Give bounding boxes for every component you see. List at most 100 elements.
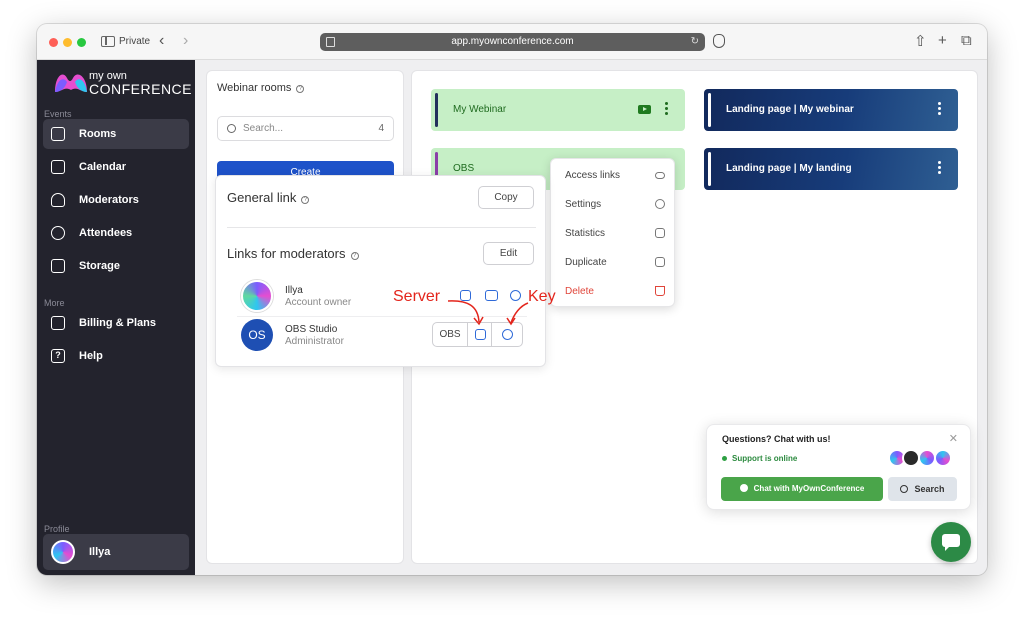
- zoom-window-button[interactable]: [77, 38, 86, 47]
- sidebar-item-label: Calendar: [79, 161, 127, 173]
- cast-icon: [51, 127, 65, 141]
- more-options-icon[interactable]: [938, 161, 942, 175]
- sidebar-item-attendees[interactable]: Attendees: [43, 218, 189, 248]
- moderator-role: Administrator: [285, 336, 344, 347]
- close-icon[interactable]: ✕: [949, 432, 958, 445]
- youtube-icon: [638, 105, 651, 114]
- annotation-arrows: [447, 300, 529, 326]
- sidebar-item-label: Help: [79, 350, 103, 362]
- shield-icon[interactable]: [713, 34, 725, 48]
- more-options-icon[interactable]: [938, 102, 942, 116]
- menu-item-statistics[interactable]: Statistics: [565, 228, 665, 239]
- sidebar-toggle-icon[interactable]: [101, 36, 115, 47]
- gear-icon: [655, 199, 665, 209]
- menu-item-label: Delete: [565, 286, 594, 297]
- avatar: [51, 540, 75, 564]
- close-window-button[interactable]: [49, 38, 58, 47]
- room-card-landing-landing[interactable]: Landing page | My landing: [704, 148, 958, 190]
- general-link-title: General link?: [227, 190, 310, 205]
- events-section-label: Events: [44, 109, 72, 119]
- page-icon: [326, 37, 335, 47]
- menu-item-settings[interactable]: Settings: [565, 199, 665, 210]
- menu-item-label: Duplicate: [565, 257, 607, 268]
- sidebar-item-storage[interactable]: Storage: [43, 251, 189, 281]
- room-accent-bar: [708, 152, 711, 186]
- private-label: Private: [119, 36, 151, 47]
- info-icon[interactable]: ?: [350, 252, 359, 260]
- forward-icon[interactable]: ›: [183, 32, 188, 50]
- room-name: My Webinar: [453, 104, 507, 115]
- copy-icon: [655, 257, 665, 267]
- url-text: app.myownconference.com: [451, 36, 574, 47]
- back-icon[interactable]: ‹: [159, 32, 164, 50]
- room-card-my-webinar[interactable]: My Webinar: [431, 89, 685, 131]
- sidebar-item-label: Billing & Plans: [79, 317, 157, 329]
- profile-name: Illya: [89, 546, 111, 558]
- online-status-icon: [722, 456, 727, 461]
- calendar-icon: [51, 160, 65, 174]
- chat-launcher-icon[interactable]: [931, 522, 971, 562]
- brand-name: my own CONFERENCE: [89, 70, 192, 96]
- sidebar-item-help[interactable]: ? Help: [43, 341, 189, 371]
- chart-icon: [655, 228, 665, 238]
- sidebar-item-billing[interactable]: Billing & Plans: [43, 308, 189, 338]
- moderator-name: OBS Studio: [285, 324, 338, 335]
- room-context-menu: Access links Settings Statistics Duplica…: [550, 158, 675, 307]
- menu-item-delete[interactable]: Delete: [565, 286, 665, 297]
- rooms-count: 4: [378, 123, 384, 134]
- room-search-input[interactable]: Search... 4: [217, 116, 394, 141]
- search-icon: [227, 124, 236, 133]
- menu-item-duplicate[interactable]: Duplicate: [565, 257, 665, 268]
- menu-item-access-links[interactable]: Access links: [565, 170, 665, 181]
- room-accent-bar: [708, 93, 711, 127]
- menu-item-label: Access links: [565, 170, 621, 181]
- avatar: OS: [241, 319, 273, 351]
- sidebar-item-rooms[interactable]: Rooms: [43, 119, 189, 149]
- minimize-window-button[interactable]: [63, 38, 72, 47]
- sidebar-item-moderators[interactable]: Moderators: [43, 185, 189, 215]
- room-card-landing-webinar[interactable]: Landing page | My webinar: [704, 89, 958, 131]
- edit-moderators-button[interactable]: Edit: [483, 242, 534, 265]
- help-icon: ?: [51, 349, 65, 363]
- brand-line2: CONFERENCE: [89, 81, 193, 97]
- moderator-name: Illya: [285, 285, 303, 296]
- trash-icon: [655, 286, 665, 296]
- support-chat-popup: Questions? Chat with us! ✕ Support is on…: [706, 424, 971, 510]
- moderator-role: Account owner: [285, 297, 352, 308]
- rooms-panel-title: Webinar rooms?: [217, 82, 305, 94]
- sidebar-item-label: Storage: [79, 260, 120, 272]
- chat-title: Questions? Chat with us!: [722, 434, 831, 444]
- annotation-server: Server: [393, 288, 441, 305]
- room-name: Landing page | My landing: [726, 163, 852, 174]
- reload-icon[interactable]: ↻: [691, 33, 699, 51]
- avatar: [934, 449, 952, 467]
- room-name: Landing page | My webinar: [726, 104, 854, 115]
- general-link-title-text: General link: [227, 190, 297, 205]
- menu-item-label: Settings: [565, 199, 602, 210]
- search-icon: [900, 485, 909, 493]
- chat-search-label: Search: [914, 484, 945, 494]
- rooms-panel-title-text: Webinar rooms: [217, 82, 292, 94]
- chat-search-button[interactable]: Search: [888, 477, 957, 501]
- room-name: OBS: [453, 163, 475, 174]
- app-sidebar: my own CONFERENCE Events Rooms Calendar …: [37, 60, 195, 575]
- info-icon[interactable]: ?: [296, 85, 305, 93]
- start-chat-button[interactable]: Chat with MyOwnConference: [721, 477, 883, 501]
- profile-button[interactable]: Illya: [43, 534, 189, 570]
- user-icon: [51, 193, 65, 207]
- address-bar[interactable]: app.myownconference.com ↻: [320, 33, 705, 51]
- moderator-links-title: Links for moderators?: [227, 246, 359, 261]
- tab-overview-icon[interactable]: ⧉: [961, 32, 972, 49]
- folder-icon: [51, 259, 65, 273]
- link-icon: [655, 172, 665, 179]
- sidebar-item-calendar[interactable]: Calendar: [43, 152, 189, 182]
- info-icon[interactable]: ?: [301, 196, 310, 204]
- menu-item-label: Statistics: [565, 228, 606, 239]
- new-tab-icon[interactable]: +: [938, 32, 947, 49]
- sidebar-item-label: Attendees: [79, 227, 133, 239]
- copy-link-button[interactable]: Copy: [478, 186, 534, 209]
- sidebar-item-label: Moderators: [79, 194, 139, 206]
- share-icon[interactable]: ⇧: [914, 32, 927, 50]
- more-options-icon[interactable]: [665, 102, 669, 116]
- chat-bubble-icon: [739, 484, 748, 492]
